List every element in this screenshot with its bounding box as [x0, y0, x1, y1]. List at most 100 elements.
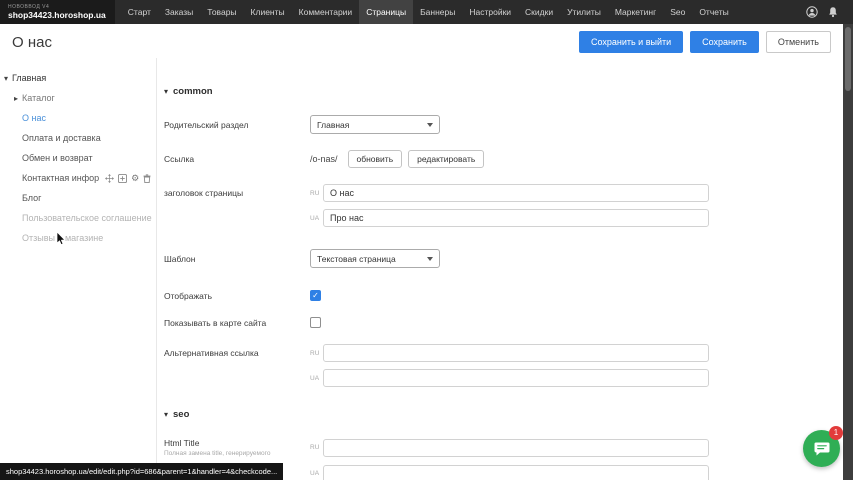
mouse-cursor-icon — [56, 232, 66, 246]
menu-item-utilities[interactable]: Утилиты — [560, 0, 608, 24]
sidebar-item-katalog[interactable]: ▸ Каталог — [0, 88, 156, 108]
chat-widget-button[interactable]: 1 — [803, 430, 840, 467]
lang-ua-tag: UA — [310, 375, 323, 382]
sidebar-item-blog[interactable]: Блог — [0, 188, 156, 208]
page-title-label: заголовок страницы — [164, 188, 310, 198]
sitemap-row: Показывать в карте сайта — [164, 317, 843, 328]
chevron-right-icon[interactable]: ▸ — [14, 94, 18, 103]
logo[interactable]: НОВОВВОД V4 shop34423.horoshop.ua — [0, 0, 115, 24]
parent-section-row: Родительский раздел Главная — [164, 115, 843, 134]
menu-item-orders[interactable]: Заказы — [158, 0, 200, 24]
sidebar-item-obmen-i-vozvrat[interactable]: Обмен и возврат — [0, 148, 156, 168]
logo-domain: shop34423.horoshop.ua — [8, 10, 106, 20]
menu-item-banners[interactable]: Баннеры — [413, 0, 462, 24]
menu-item-reports[interactable]: Отчеты — [692, 0, 735, 24]
sidebar-item-polzovatelskoe-soglashenie[interactable]: Пользовательское соглашение — [0, 208, 156, 228]
scrollbar-thumb[interactable] — [845, 27, 851, 91]
html-title-label: Html Title Полная замена title, генериру… — [164, 438, 310, 458]
header-actions: Сохранить и выйти Сохранить Отменить — [579, 31, 831, 53]
notifications-bell-icon[interactable] — [827, 6, 839, 18]
section-common-title: common — [173, 86, 213, 97]
sidebar-item-label: Пользовательское соглашение — [22, 213, 152, 223]
display-label: Отображать — [164, 291, 310, 301]
add-page-icon[interactable] — [118, 174, 127, 183]
menu-item-products[interactable]: Товары — [200, 0, 243, 24]
tree-row-actions: ⚙ — [105, 174, 151, 183]
chat-icon — [813, 440, 831, 458]
link-label: Ссылка — [164, 154, 310, 164]
template-row: Шаблон Текстовая страница — [164, 249, 843, 268]
menu-item-start[interactable]: Старт — [121, 0, 158, 24]
page-title-ru-row: заголовок страницы RU — [164, 184, 843, 202]
sitemap-checkbox[interactable] — [310, 317, 321, 328]
top-bar: НОВОВВОД V4 shop34423.horoshop.ua Старт … — [0, 0, 853, 24]
html-title-hint: Полная замена title, генерируемого — [164, 450, 302, 458]
lang-ru-tag: RU — [310, 190, 323, 197]
sidebar-item-kontaktnaya-informatsiya[interactable]: Контактная инфор ⚙ — [0, 168, 156, 188]
template-select[interactable]: Текстовая страница — [310, 249, 440, 268]
parent-section-select[interactable]: Главная — [310, 115, 440, 134]
page-edit-form: ▾ common Родительский раздел Главная Ссы… — [158, 58, 843, 480]
link-value: /o-nas/ — [310, 154, 338, 164]
account-icon[interactable] — [806, 6, 818, 18]
sidebar-item-label: Оплата и доставка — [22, 133, 101, 143]
save-button[interactable]: Сохранить — [690, 31, 759, 53]
parent-section-label: Родительский раздел — [164, 120, 310, 130]
lang-ru-tag: RU — [310, 350, 323, 357]
alt-link-label: Альтернативная ссылка — [164, 348, 310, 358]
sidebar-item-otzyvy-o-magazine[interactable]: Отзывы о магазине — [0, 228, 156, 248]
display-checkbox[interactable]: ✓ — [310, 290, 321, 301]
page-title-ua-input[interactable] — [323, 209, 709, 227]
trash-icon[interactable] — [143, 174, 151, 183]
chevron-down-icon: ▾ — [164, 410, 168, 419]
section-seo-header[interactable]: ▾ seo — [164, 409, 843, 420]
vertical-scrollbar[interactable] — [843, 24, 853, 480]
cancel-button[interactable]: Отменить — [766, 31, 831, 53]
save-and-exit-button[interactable]: Сохранить и выйти — [579, 31, 683, 53]
topbar-icons — [806, 0, 853, 24]
alt-link-ua-input[interactable] — [323, 369, 709, 387]
pages-tree-sidebar: ▾ Главная ▸ Каталог О нас Оплата и доста… — [0, 58, 157, 480]
menu-item-comments[interactable]: Комментарии — [292, 0, 360, 24]
link-row: Ссылка /o-nas/ обновить редактировать — [164, 150, 843, 168]
lang-ua-tag: UA — [310, 470, 323, 477]
sidebar-item-label: О нас — [22, 113, 46, 123]
chat-unread-badge: 1 — [829, 426, 843, 440]
section-common-header[interactable]: ▾ common — [164, 86, 843, 97]
menu-item-settings[interactable]: Настройки — [462, 0, 518, 24]
link-edit-button[interactable]: редактировать — [408, 150, 484, 168]
sidebar-item-glavnaya[interactable]: ▾ Главная — [0, 68, 156, 88]
menu-item-clients[interactable]: Клиенты — [244, 0, 292, 24]
alt-link-ru-input[interactable] — [323, 344, 709, 362]
menu-item-seo[interactable]: Seo — [663, 0, 692, 24]
section-seo-title: seo — [173, 409, 189, 420]
menu-item-marketing[interactable]: Маркетинг — [608, 0, 663, 24]
sidebar-item-label: Обмен и возврат — [22, 153, 93, 163]
sidebar-item-oplata-i-dostavka[interactable]: Оплата и доставка — [0, 128, 156, 148]
page-title-ua-row: UA — [164, 209, 843, 227]
sidebar-item-label: Главная — [12, 73, 46, 83]
move-icon[interactable] — [105, 174, 114, 183]
parent-section-value: Главная — [317, 120, 349, 130]
alt-link-ua-row: UA — [164, 369, 843, 387]
sidebar-item-label: Блог — [22, 193, 41, 203]
lang-ua-tag: UA — [310, 215, 323, 222]
html-title-ua-input[interactable] — [323, 465, 709, 480]
gear-icon[interactable]: ⚙ — [131, 174, 139, 183]
sidebar-item-o-nas[interactable]: О нас — [0, 108, 156, 128]
html-title-ru-input[interactable] — [323, 439, 709, 457]
status-url-tooltip: shop34423.horoshop.ua/edit/edit.php?id=6… — [0, 463, 283, 480]
menu-item-discounts[interactable]: Скидки — [518, 0, 560, 24]
chevron-down-icon[interactable]: ▾ — [4, 74, 8, 83]
menu-item-pages[interactable]: Страницы — [359, 0, 413, 24]
html-title-ru-row: Html Title Полная замена title, генериру… — [164, 438, 843, 458]
sitemap-label: Показывать в карте сайта — [164, 318, 310, 328]
chevron-down-icon: ▾ — [164, 87, 168, 96]
sidebar-item-label: Каталог — [22, 93, 55, 103]
page-title: О нас — [12, 34, 52, 51]
sidebar-item-label: Контактная инфор — [22, 173, 99, 183]
alt-link-ru-row: Альтернативная ссылка RU — [164, 344, 843, 362]
template-label: Шаблон — [164, 254, 310, 264]
link-refresh-button[interactable]: обновить — [348, 150, 403, 168]
page-title-ru-input[interactable] — [323, 184, 709, 202]
